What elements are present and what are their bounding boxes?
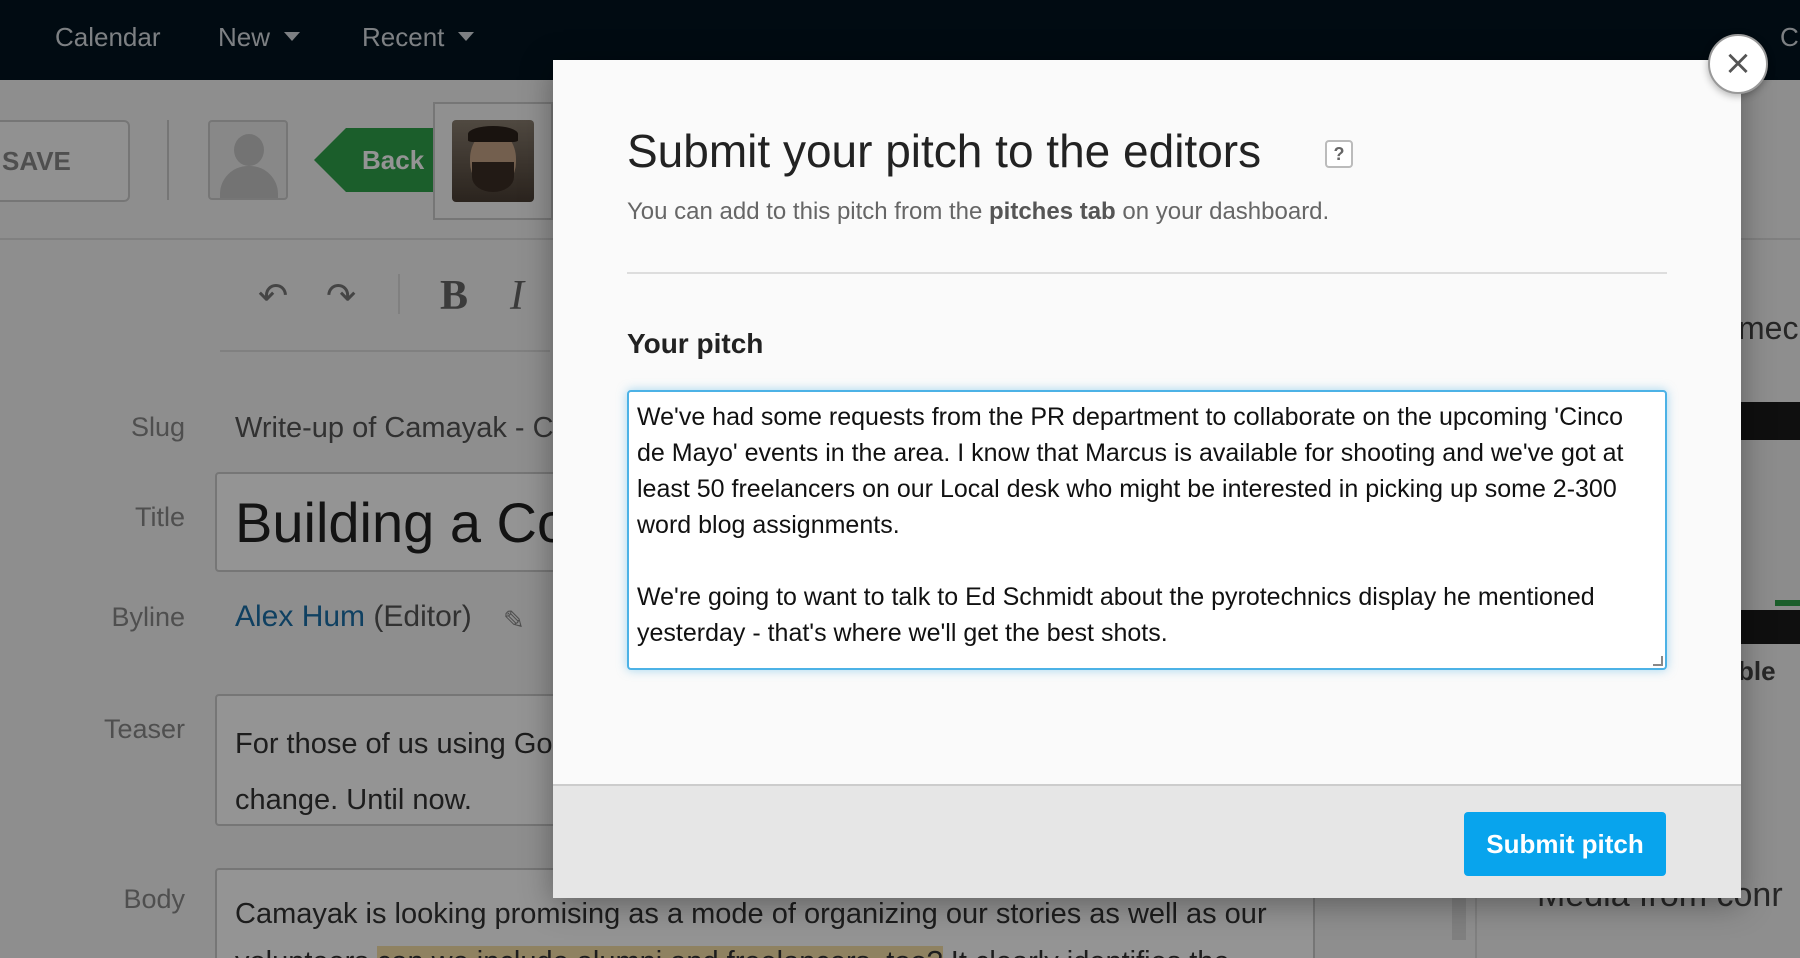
resize-handle-icon[interactable] [1653, 656, 1663, 666]
modal-title: Submit your pitch to the editors [627, 125, 1262, 177]
submit-pitch-button[interactable]: Submit pitch [1464, 812, 1666, 876]
subtitle-text: on your dashboard. [1115, 198, 1330, 225]
close-icon[interactable]: × [1708, 34, 1768, 94]
pitch-label: Your pitch [627, 328, 764, 359]
modal-subtitle: You can add to this pitch from the pitch… [627, 198, 1329, 226]
help-icon[interactable]: ? [1325, 140, 1353, 168]
pitch-modal: Submit your pitch to the editors ? You c… [553, 60, 1741, 898]
pitch-textarea[interactable]: We've had some requests from the PR depa… [627, 390, 1667, 670]
modal-divider [627, 272, 1667, 274]
modal-footer: Submit pitch [553, 784, 1741, 898]
pitches-tab-reference: pitches tab [989, 198, 1116, 225]
subtitle-text: You can add to this pitch from the [627, 198, 990, 225]
